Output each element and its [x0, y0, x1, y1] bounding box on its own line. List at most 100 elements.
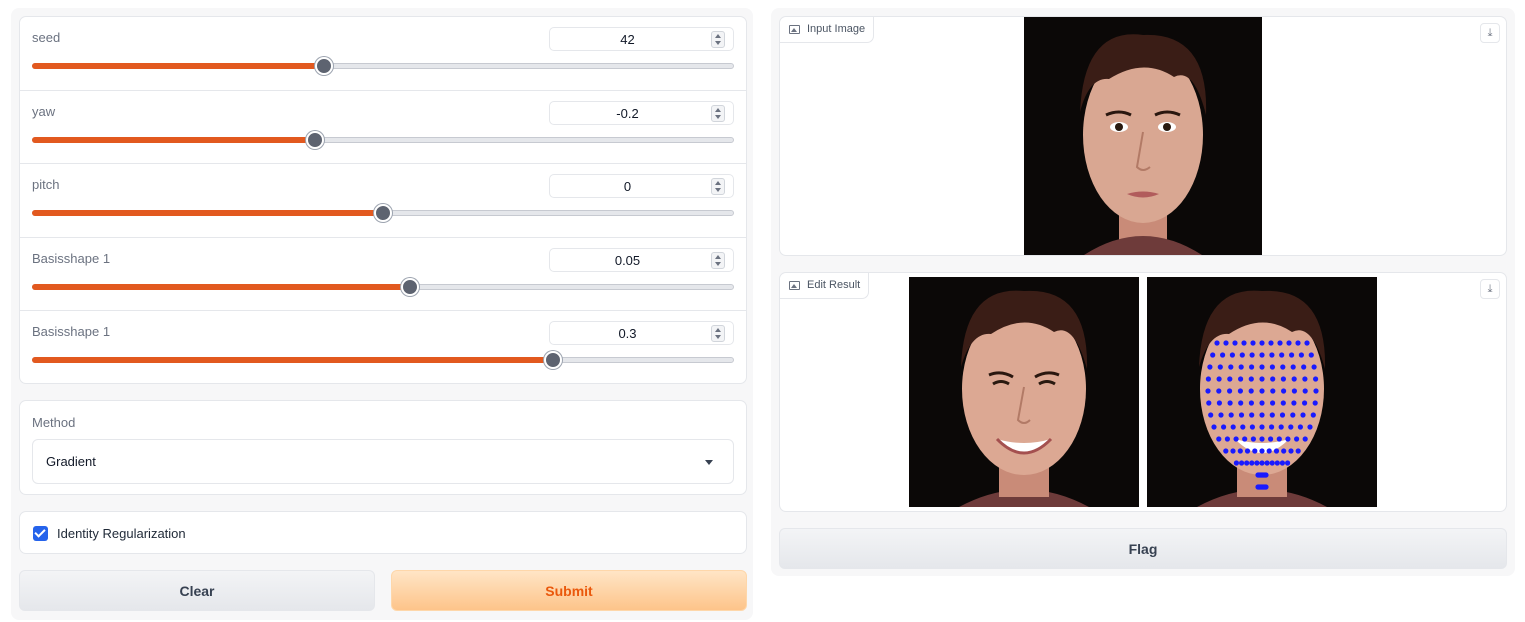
landmark-dot [1300, 412, 1306, 418]
landmark-dot [1237, 448, 1243, 454]
landmark-dot [1295, 448, 1301, 454]
landmark-dot [1311, 364, 1317, 370]
slider-thumb[interactable] [374, 204, 392, 222]
landmark-dot [1223, 448, 1229, 454]
landmark-dot [1273, 448, 1280, 454]
landmark-dot [1285, 436, 1291, 442]
landmark-dot [1233, 436, 1239, 442]
landmark-dot [1249, 364, 1255, 370]
seed-number-input[interactable]: 42 [549, 27, 734, 51]
submit-button[interactable]: Submit [391, 570, 747, 611]
method-dropdown[interactable]: Gradient [32, 439, 734, 484]
landmark-dot [1210, 352, 1216, 358]
landmark-dot [1259, 412, 1265, 418]
slider-pitch: pitch 0 [20, 164, 746, 238]
landmark-dot [1224, 436, 1230, 442]
landmark-dot [1250, 436, 1256, 442]
landmark-dot [1221, 424, 1227, 430]
landmark-dot [1228, 364, 1234, 370]
landmark-dot [1250, 340, 1256, 346]
landmark-dot [1240, 424, 1246, 430]
landmark-dot [1259, 424, 1265, 430]
slider-fill [32, 357, 553, 363]
landmark-dot [1237, 388, 1243, 394]
pitch-number-input[interactable]: 0 [549, 174, 734, 198]
download-icon[interactable]: ⤓ [1480, 279, 1500, 299]
landmark-dot [1302, 436, 1308, 442]
spinner-icon[interactable] [711, 252, 725, 269]
landmark-dot [1252, 448, 1258, 454]
landmark-dot [1277, 340, 1283, 346]
spinner-icon[interactable] [711, 178, 725, 195]
landmark-dot [1241, 340, 1247, 346]
landmark-dot [1238, 364, 1244, 370]
right-column: Input Image ⤓ Edit Result ⤓ Flag [771, 8, 1515, 576]
landmark-dot [1238, 376, 1244, 382]
method-selected-value[interactable]: Gradient [46, 454, 96, 469]
slider-thumb[interactable] [306, 131, 325, 149]
landmark-dot [1270, 400, 1276, 406]
landmark-dot [1239, 352, 1245, 358]
landmark-dot [1310, 412, 1316, 418]
image-icon [789, 25, 800, 34]
landmark-dot [1248, 388, 1254, 394]
landmark-dot [1270, 376, 1276, 382]
landmark-dot [1291, 376, 1297, 382]
landmark-dot [1217, 364, 1223, 370]
landmark-dot [1214, 340, 1220, 346]
landmark-dot [1249, 412, 1255, 418]
spinner-icon[interactable] [711, 105, 725, 122]
sliders-panel: seed 42 yaw -0.2 pitch 0 Basisshape 1 0.… [19, 16, 747, 384]
landmark-dot [1269, 352, 1275, 358]
landmark-dot [1297, 424, 1303, 430]
landmark-dot [1278, 424, 1284, 430]
landmark-dot [1288, 424, 1294, 430]
slider-fill [32, 63, 323, 69]
landmark-dot [1270, 388, 1276, 394]
landmark-dot [1302, 400, 1308, 406]
yaw-number-input[interactable]: -0.2 [549, 101, 734, 125]
landmark-dot [1268, 340, 1274, 346]
landmark-dot [1208, 412, 1214, 418]
landmark-dot [1313, 388, 1319, 394]
basisshape-number-input[interactable]: 0.05 [549, 248, 734, 272]
slider-thumb[interactable] [401, 278, 420, 296]
image-icon [789, 281, 800, 290]
identity-checkbox-label[interactable]: Identity Regularization [57, 526, 186, 541]
basisshape-number-input[interactable]: 0.3 [549, 321, 734, 345]
input-image-label: Input Image [780, 17, 875, 43]
left-column: seed 42 yaw -0.2 pitch 0 Basisshape 1 0.… [11, 8, 753, 620]
slider-thumb[interactable] [314, 57, 333, 75]
landmark-dot [1238, 400, 1244, 406]
landmark-dot [1205, 376, 1211, 382]
input-face-image [1024, 17, 1262, 255]
landmark-dot [1280, 376, 1286, 382]
landmark-dot [1280, 364, 1286, 370]
spinner-icon[interactable] [711, 31, 725, 48]
basisshape-slider-track[interactable] [32, 351, 734, 369]
landmark-dot [1259, 376, 1265, 382]
landmark-dot [1279, 352, 1285, 358]
slider-thumb[interactable] [544, 351, 563, 369]
slider-label: seed [32, 30, 61, 45]
flag-button[interactable]: Flag [779, 528, 1507, 569]
landmark-dot [1279, 412, 1286, 418]
landmark-dot [1232, 340, 1238, 346]
identity-panel: Identity Regularization [19, 511, 747, 554]
slider-fill [32, 284, 410, 290]
yaw-slider-track[interactable] [32, 131, 734, 149]
chevron-down-icon[interactable] [705, 460, 713, 465]
landmark-dot [1259, 400, 1265, 406]
slider-label: Basisshape 1 [32, 324, 111, 339]
identity-checkbox[interactable] [33, 526, 48, 541]
method-panel: Method Gradient [19, 400, 747, 495]
pitch-slider-track[interactable] [32, 204, 734, 222]
seed-slider-track[interactable] [32, 57, 734, 75]
landmark-dot [1288, 448, 1294, 454]
download-icon[interactable]: ⤓ [1480, 23, 1500, 43]
basisshape-slider-track[interactable] [32, 278, 734, 296]
spinner-icon[interactable] [711, 325, 725, 342]
landmark-dot [1248, 400, 1254, 406]
clear-button[interactable]: Clear [19, 570, 375, 611]
smiling-face-illustration [959, 290, 1089, 507]
